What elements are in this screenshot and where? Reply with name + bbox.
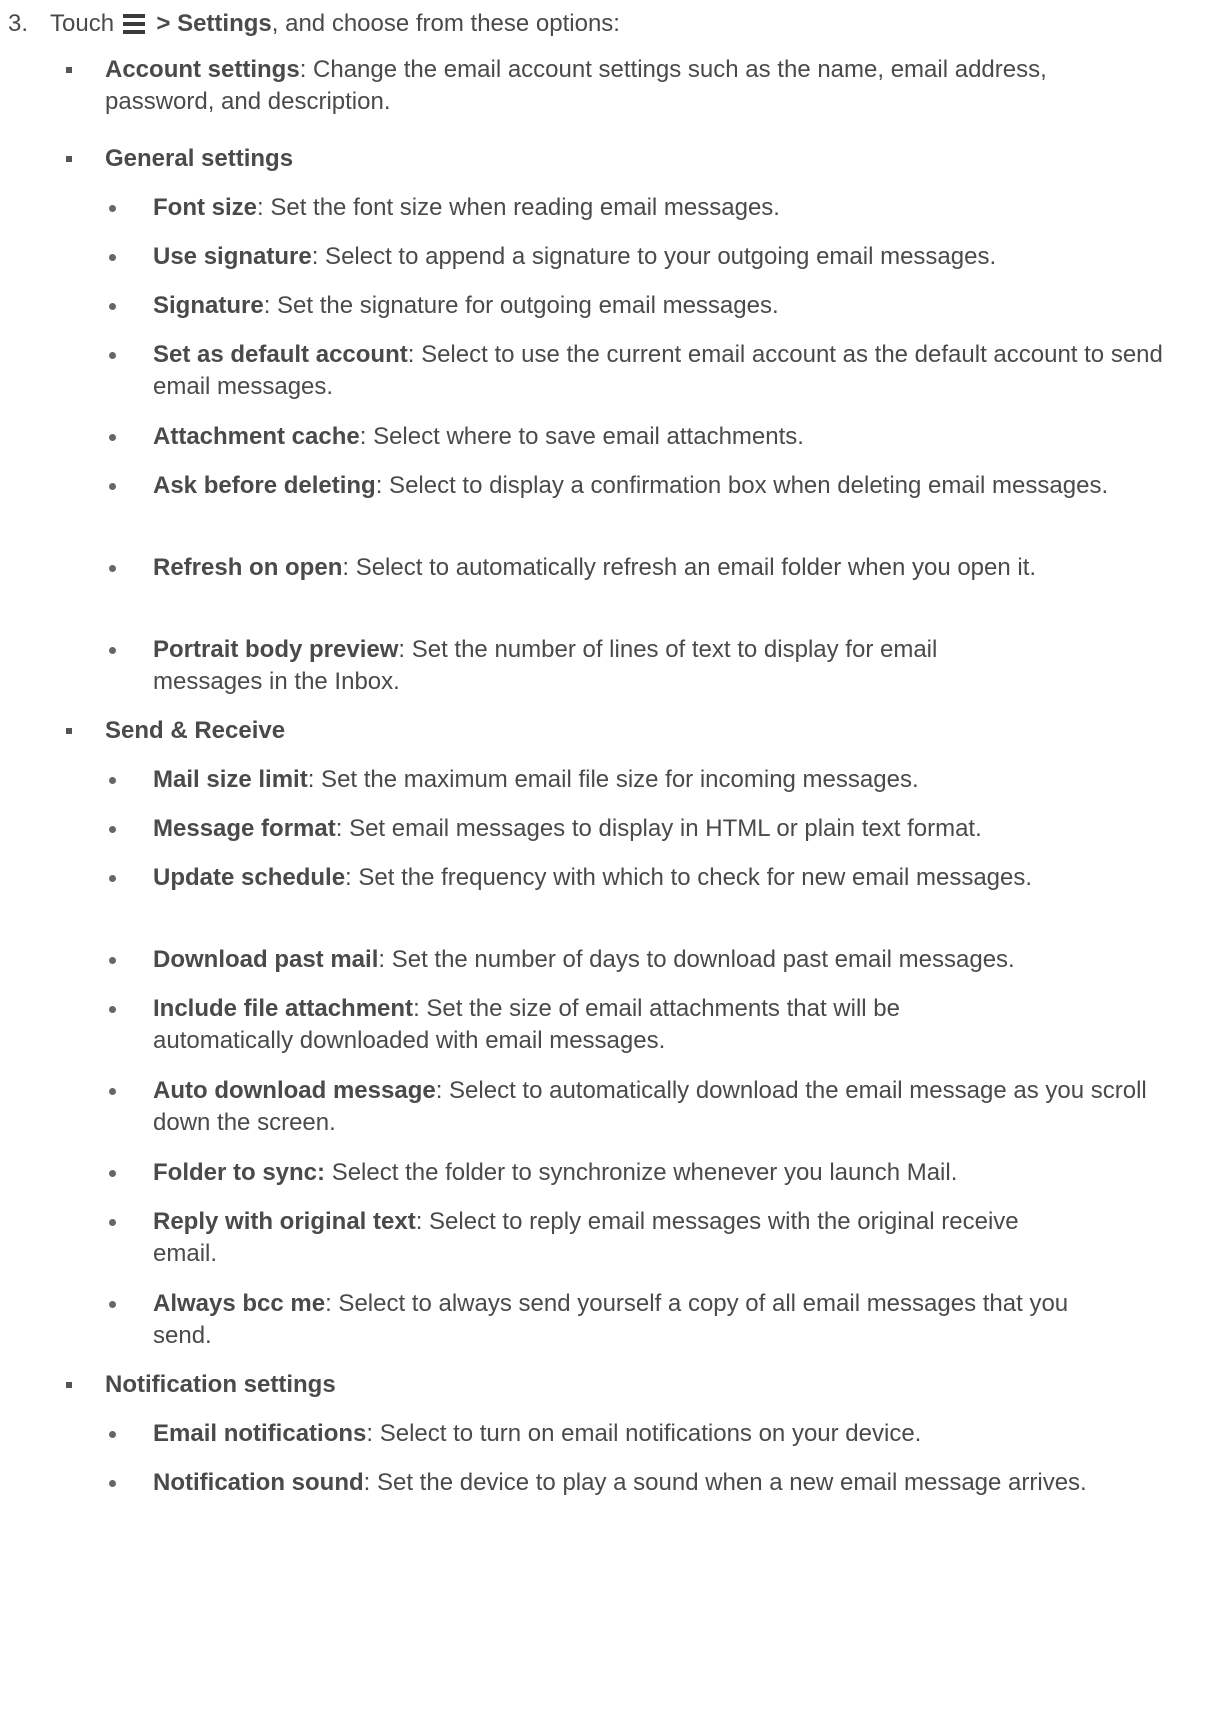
round-bullet (109, 565, 116, 572)
sr-item-message-format: Message format: Set email messages to di… (153, 815, 982, 842)
sr-item-reply-with-original: Reply with original text: Select to repl… (153, 1208, 1019, 1267)
sr-item-mail-size-limit: Mail size limit: Set the maximum email f… (153, 766, 919, 793)
round-bullet (109, 1088, 116, 1095)
step-text-after: , and choose from these options: (271, 10, 620, 37)
round-bullet (109, 1170, 116, 1177)
sr-item-folder-to-sync: Folder to sync: Select the folder to syn… (153, 1159, 958, 1186)
round-bullet (109, 875, 116, 882)
round-bullet (109, 352, 116, 359)
square-bullet (66, 156, 72, 162)
sr-item-download-past-mail: Download past mail: Set the number of da… (153, 946, 1015, 973)
account-settings-title: Account settings (105, 56, 300, 83)
step-text-before: Touch (50, 10, 115, 37)
round-bullet (109, 205, 116, 212)
square-bullet (66, 728, 72, 734)
step-number: 3. (8, 10, 29, 37)
step-3: 3. Touch > Settings, and choose from thes… (8, 8, 620, 40)
round-bullet (109, 483, 116, 490)
general-settings-heading: General settings (105, 145, 294, 172)
step-gt: > (149, 10, 171, 37)
round-bullet (109, 1480, 116, 1487)
round-bullet (109, 647, 116, 654)
round-bullet (109, 254, 116, 261)
square-bullet (66, 67, 72, 73)
general-item-attachment-cache: Attachment cache: Select where to save e… (153, 423, 804, 450)
sr-item-always-bcc-me: Always bcc me: Select to always send you… (153, 1290, 1069, 1349)
general-item-refresh-on-open: Refresh on open: Select to automatically… (153, 554, 1037, 581)
round-bullet (109, 1219, 116, 1226)
step-settings-label: Settings (177, 10, 272, 37)
account-settings-item: Account settings: Change the email accou… (105, 54, 1155, 118)
sr-item-update-schedule: Update schedule: Set the frequency with … (153, 864, 1033, 891)
notification-settings-heading: Notification settings (105, 1371, 336, 1398)
round-bullet (109, 1431, 116, 1438)
general-item-default-account: Set as default account: Select to use th… (153, 341, 1163, 400)
round-bullet (109, 777, 116, 784)
general-item-signature: Signature: Set the signature for outgoin… (153, 292, 779, 319)
menu-icon (122, 14, 145, 34)
round-bullet (109, 303, 116, 310)
general-item-use-signature: Use signature: Select to append a signat… (153, 243, 997, 270)
sr-item-include-file-attachment: Include file attachment: Set the size of… (153, 995, 900, 1054)
round-bullet (109, 434, 116, 441)
square-bullet (66, 1382, 72, 1388)
general-item-font-size: Font size: Set the font size when readin… (153, 194, 780, 221)
round-bullet (109, 1301, 116, 1308)
round-bullet (109, 826, 116, 833)
notif-item-notification-sound: Notification sound: Set the device to pl… (153, 1469, 1087, 1496)
round-bullet (109, 1006, 116, 1013)
notif-item-email-notifications: Email notifications: Select to turn on e… (153, 1420, 922, 1447)
round-bullet (109, 957, 116, 964)
general-item-portrait-preview: Portrait body preview: Set the number of… (153, 636, 938, 695)
general-item-ask-before-deleting: Ask before deleting: Select to display a… (153, 472, 1109, 499)
send-receive-heading: Send & Receive (105, 717, 286, 744)
sr-item-auto-download-message: Auto download message: Select to automat… (153, 1077, 1147, 1136)
